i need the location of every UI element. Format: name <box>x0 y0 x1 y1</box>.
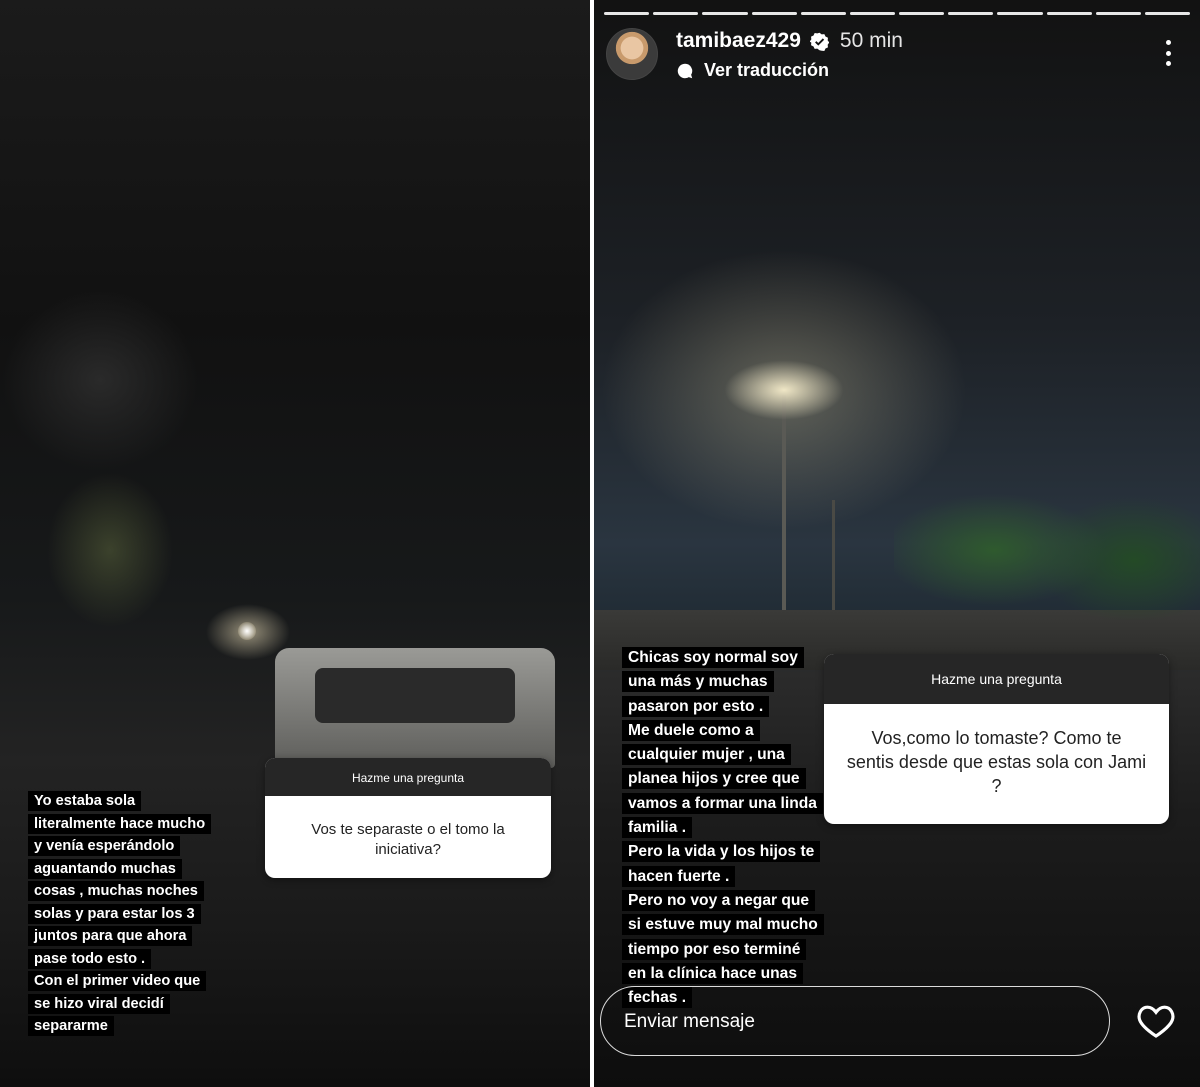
caption-line: planea hijos y cree que <box>622 768 806 790</box>
speech-bubble-icon <box>677 63 693 78</box>
caption-line: separarme <box>28 1016 114 1036</box>
question-sticker-right: Hazme una pregunta Vos,como lo tomaste? … <box>824 654 1169 824</box>
caption-line: se hizo viral decidí <box>28 993 170 1014</box>
question-sticker-header: Hazme una pregunta <box>824 654 1169 704</box>
progress-segment <box>997 12 1043 15</box>
background-streetlight <box>238 622 256 640</box>
background-lamp-glow <box>724 360 844 420</box>
caption-line: y venía esperándolo <box>28 836 181 856</box>
story-header: tamibaez429 50 min Ver traducción <box>606 28 903 81</box>
question-sticker-header: Hazme una pregunta <box>265 758 551 796</box>
caption-left: Yo estaba sola literalmente hace mucho y… <box>28 790 258 1038</box>
question-sticker-text: Vos te separaste o el tomo la iniciativa… <box>311 821 505 858</box>
caption-line: cosas , muchas noches <box>28 881 204 901</box>
caption-line: Me duele como a <box>622 719 760 741</box>
caption-line: vamos a formar una linda <box>622 792 823 814</box>
caption-line: si estuve muy mal mucho <box>622 914 824 936</box>
caption-line: Con el primer video que <box>28 971 207 991</box>
caption-line: Yo estaba sola <box>28 791 142 811</box>
caption-line: familia . <box>622 817 693 839</box>
background-lamp-pole <box>832 500 835 610</box>
send-message-input[interactable]: Enviar mensaje <box>600 986 1110 1056</box>
caption-line: hacen fuerte . <box>622 865 736 887</box>
caption-line: tiempo por eso terminé <box>622 938 807 960</box>
caption-line: juntos para que ahora <box>28 926 193 946</box>
progress-segment <box>1046 12 1092 15</box>
background-lamp-pole <box>782 395 786 610</box>
caption-line: Pero no voy a negar que <box>622 889 816 911</box>
progress-segment <box>1144 12 1191 15</box>
caption-line: en la clínica hace unas <box>622 962 804 984</box>
progress-segment <box>751 12 797 15</box>
question-sticker-left: Hazme una pregunta Vos te separaste o el… <box>265 758 551 878</box>
story-timestamp: 50 min <box>839 29 903 52</box>
translate-link[interactable]: Ver traducción <box>676 60 903 81</box>
more-vertical-icon[interactable] <box>1166 40 1172 66</box>
progress-segment <box>702 12 748 15</box>
caption-line: Pero la vida y los hijos te <box>622 841 821 863</box>
heart-icon[interactable] <box>1137 1003 1175 1039</box>
progress-segment <box>1095 12 1141 15</box>
caption-line: Chicas soy normal soy <box>622 647 804 668</box>
progress-segment <box>800 12 846 15</box>
verified-badge-icon <box>809 32 829 51</box>
send-message-placeholder: Enviar mensaje <box>624 1011 755 1032</box>
caption-line: aguantando muchas <box>28 858 182 879</box>
avatar[interactable] <box>606 28 658 80</box>
caption-line: cualquier mujer , una <box>622 744 791 766</box>
background-trees <box>894 470 1200 620</box>
background-palm-tree <box>20 460 200 680</box>
background-truck <box>275 648 555 768</box>
story-progress-bar <box>604 12 1191 15</box>
caption-line: pasaron por esto . <box>622 695 770 717</box>
caption-line: una más y muchas <box>622 671 774 693</box>
progress-segment <box>899 12 945 15</box>
caption-line: pase todo esto . <box>28 948 152 969</box>
progress-segment <box>653 12 699 15</box>
progress-segment <box>849 12 896 15</box>
question-sticker-text: Vos,como lo tomaste? Como te sentis desd… <box>846 728 1147 796</box>
progress-segment <box>948 12 994 15</box>
translate-label: Ver traducción <box>704 60 830 80</box>
caption-line: solas y para estar los 3 <box>28 903 201 924</box>
username[interactable]: tamibaez429 <box>676 29 801 53</box>
caption-line: literalmente hace mucho <box>28 813 212 834</box>
caption-right: Chicas soy normal soy una más y muchas p… <box>622 646 862 1010</box>
progress-segment <box>604 12 650 15</box>
